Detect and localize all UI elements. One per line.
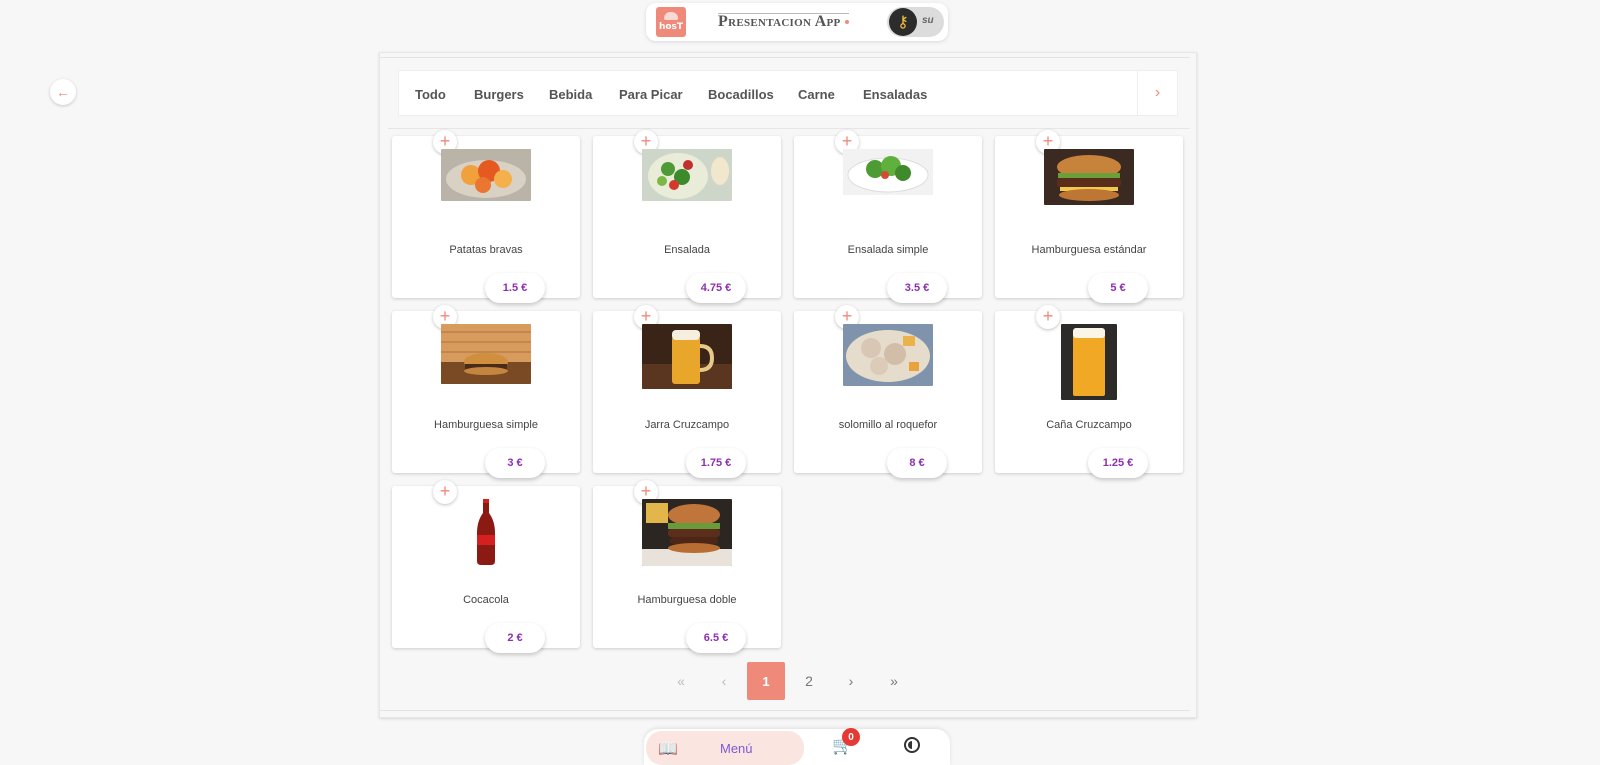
user-initials: su [922, 15, 934, 26]
add-to-cart-button[interactable]: + [433, 480, 457, 504]
plus-icon: + [640, 306, 652, 326]
product-image-ensalada-simple [843, 149, 933, 195]
price-badge: 1.25 € [1088, 448, 1148, 478]
divider [380, 57, 1190, 58]
plus-icon: + [439, 306, 451, 326]
plus-icon: + [1042, 306, 1054, 326]
price-badge: 2 € [485, 623, 545, 653]
page-2-button[interactable]: 2 [790, 662, 828, 700]
tab-para-picar[interactable]: Para Picar [619, 87, 683, 102]
product-name: Hamburguesa doble [637, 594, 737, 606]
price-badge: 4.75 € [686, 273, 746, 303]
product-name: Hamburguesa estándar [1031, 244, 1147, 256]
plus-icon: + [841, 306, 853, 326]
product-image-cana-cruzcampo [1061, 324, 1117, 400]
chevron-right-icon: › [1154, 84, 1161, 101]
contrast-icon[interactable] [904, 737, 920, 753]
product-card[interactable]: + Ensalada simple 3.5 € [794, 130, 982, 303]
tab-bebida[interactable]: Bebida [549, 87, 592, 102]
price-badge: 3 € [485, 448, 545, 478]
tab-bocadillos[interactable]: Bocadillos [708, 87, 774, 102]
product-name: Hamburguesa simple [434, 419, 538, 431]
product-name: Jarra Cruzcampo [644, 419, 730, 431]
divider [380, 710, 1190, 711]
logo-text: hosT [658, 22, 684, 32]
category-tabs: Todo Burgers Bebida Para Picar Bocadillo… [398, 70, 1178, 116]
product-name: Patatas bravas [449, 244, 523, 256]
app-header: hosT Presentacion App ⚷ su [646, 3, 948, 41]
status-dot [844, 20, 849, 25]
product-image-solomillo [843, 324, 933, 386]
next-page-button[interactable]: › [832, 662, 870, 700]
bottom-nav: 📖 Menú 🛒 0 [644, 728, 950, 765]
plus-icon: + [439, 131, 451, 151]
product-name: Ensalada simple [847, 244, 929, 256]
price-badge: 1.5 € [485, 273, 545, 303]
product-card[interactable]: + Hamburguesa doble 6.5 € [593, 480, 781, 653]
key-icon: ⚷ [889, 8, 917, 36]
product-name: Cocacola [463, 594, 509, 606]
last-page-button[interactable]: » [875, 662, 913, 700]
product-image-cocacola [471, 499, 501, 567]
product-card[interactable]: + Ensalada 4.75 € [593, 130, 781, 303]
price-badge: 6.5 € [686, 623, 746, 653]
product-card[interactable]: + Patatas bravas 1.5 € [392, 130, 580, 303]
arrow-left-icon: ← [56, 84, 70, 100]
product-image-patatas-bravas [441, 149, 531, 201]
product-card[interactable]: + Caña Cruzcampo 1.25 € [995, 305, 1183, 478]
price-badge: 3.5 € [887, 273, 947, 303]
book-icon: 📖 [658, 741, 678, 758]
chef-hat-icon [664, 12, 678, 20]
user-menu-button[interactable]: ⚷ su [887, 7, 944, 37]
product-image-hamburguesa-estandar [1044, 149, 1134, 205]
page-1-button[interactable]: 1 [747, 662, 785, 700]
cart-count-badge: 0 [842, 728, 860, 746]
tab-todo[interactable]: Todo [415, 87, 446, 102]
add-to-cart-button[interactable]: + [1036, 305, 1060, 329]
product-name: Ensalada [664, 244, 710, 256]
plus-icon: + [439, 481, 451, 501]
plus-icon: + [640, 481, 652, 501]
tabs-next-button[interactable]: › [1137, 71, 1177, 115]
price-badge: 5 € [1088, 273, 1148, 303]
tab-carne[interactable]: Carne [798, 87, 835, 102]
product-image-hamburguesa-doble [642, 499, 732, 566]
menu-tab[interactable]: 📖 Menú [646, 731, 804, 765]
tab-burgers[interactable]: Burgers [474, 87, 524, 102]
product-name: solomillo al roquefor [838, 419, 938, 431]
product-card[interactable]: + Hamburguesa simple 3 € [392, 305, 580, 478]
app-title: Presentacion App [718, 13, 849, 30]
product-image-ensalada [642, 149, 732, 201]
product-card[interactable]: + Cocacola 2 € [392, 480, 580, 653]
plus-icon: + [640, 131, 652, 151]
product-image-hamburguesa-simple [441, 324, 531, 384]
tab-ensaladas[interactable]: Ensaladas [863, 87, 927, 102]
menu-label: Menú [720, 741, 753, 756]
product-card[interactable]: + Hamburguesa estándar 5 € [995, 130, 1183, 303]
product-name: Caña Cruzcampo [1046, 419, 1132, 431]
tabs-underline [388, 128, 1190, 129]
price-badge: 8 € [887, 448, 947, 478]
plus-icon: + [1042, 131, 1054, 151]
first-page-button[interactable]: « [662, 662, 700, 700]
plus-icon: + [841, 131, 853, 151]
product-card[interactable]: + solomillo al roquefor 8 € [794, 305, 982, 478]
app-logo[interactable]: hosT [656, 7, 686, 37]
product-card[interactable]: + Jarra Cruzcampo 1.75 € [593, 305, 781, 478]
back-button[interactable]: ← [50, 79, 76, 105]
price-badge: 1.75 € [686, 448, 746, 478]
product-image-jarra-cruzcampo [642, 324, 732, 389]
prev-page-button[interactable]: ‹ [705, 662, 743, 700]
